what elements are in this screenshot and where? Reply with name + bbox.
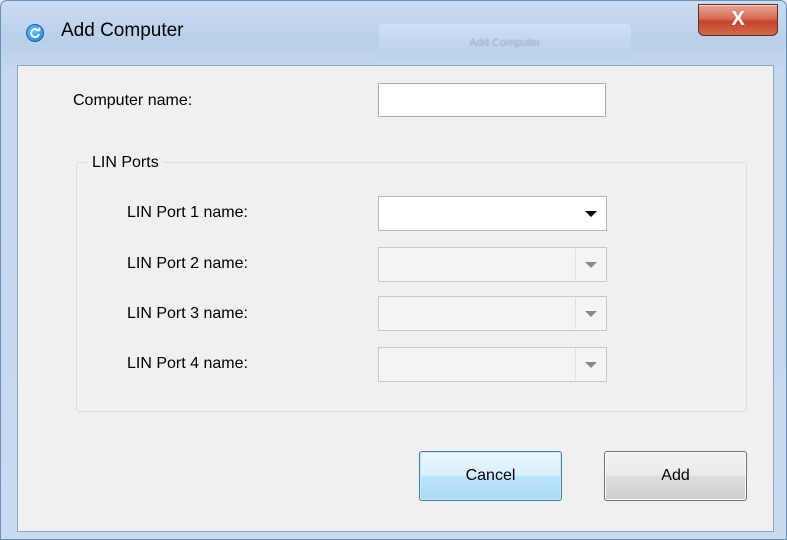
refresh-app-icon <box>26 24 44 42</box>
chevron-down-icon <box>585 262 597 268</box>
window-title: Add Computer <box>61 20 184 41</box>
dialog-content: Computer name: LIN Ports LIN Port 1 name… <box>17 65 774 532</box>
lin-port-4-dropdown[interactable] <box>378 347 607 382</box>
chevron-down-icon <box>585 362 597 368</box>
lin-port-3-label: LIN Port 3 name: <box>127 305 248 322</box>
add-button[interactable]: Add <box>604 451 747 501</box>
lin-port-2-label: LIN Port 2 name: <box>127 255 248 272</box>
lin-port-3-dropdown[interactable] <box>378 296 607 331</box>
close-icon: X <box>731 8 745 30</box>
lin-port-1-dropdown[interactable] <box>378 196 607 231</box>
chevron-down-icon <box>585 311 597 317</box>
cancel-button[interactable]: Cancel <box>419 451 562 501</box>
background-window-tab: Add Computer <box>379 24 631 58</box>
lin-port-4-label: LIN Port 4 name: <box>127 355 248 372</box>
background-window-tab-label: Add Computer <box>469 37 541 49</box>
computer-name-label: Computer name: <box>73 92 193 109</box>
chevron-down-icon <box>585 211 597 217</box>
title-bar[interactable]: Add Computer Add Computer X <box>1 1 786 65</box>
lin-port-2-dropdown[interactable] <box>378 247 607 282</box>
lin-port-1-label: LIN Port 1 name: <box>127 204 248 221</box>
computer-name-input[interactable] <box>378 83 606 117</box>
close-button[interactable]: X <box>698 4 778 36</box>
lin-ports-group-label: LIN Ports <box>88 154 163 172</box>
add-computer-dialog: Add Computer Add Computer X Computer nam… <box>0 0 787 540</box>
